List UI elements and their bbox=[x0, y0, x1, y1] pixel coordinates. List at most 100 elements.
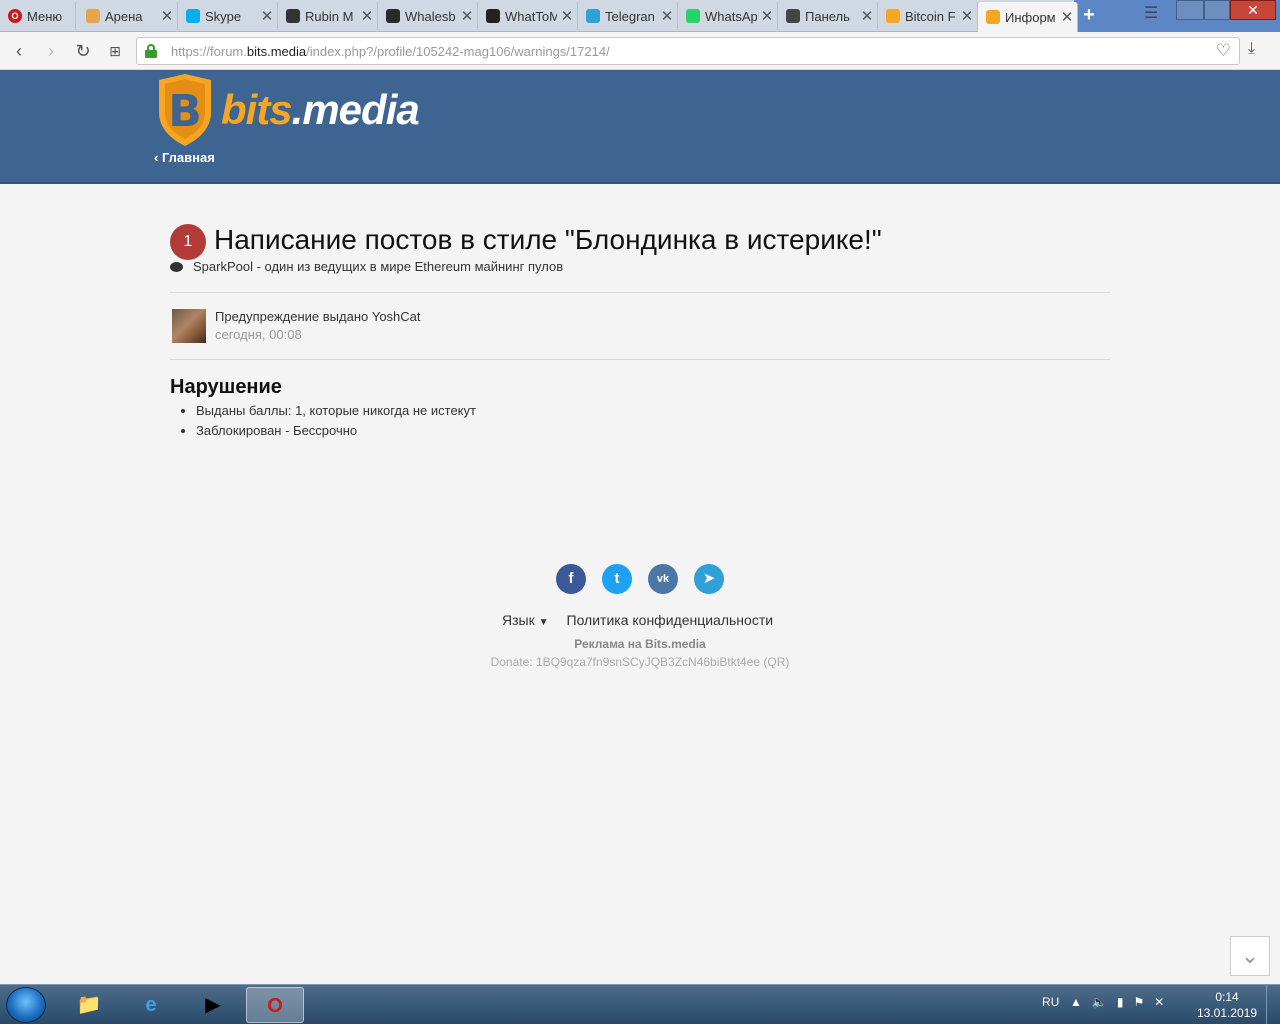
clock[interactable]: 0:14 13.01.2019 bbox=[1196, 989, 1258, 1021]
reload-button[interactable]: ↻ bbox=[72, 40, 94, 62]
divider bbox=[170, 359, 1110, 360]
scroll-down-button[interactable]: ⌄ bbox=[1230, 936, 1270, 976]
speed-dial-icon[interactable]: ⊞ bbox=[104, 40, 126, 62]
tab-label: Telegran bbox=[605, 8, 655, 24]
explorer-icon[interactable]: 📁 bbox=[60, 987, 118, 1023]
close-window-button[interactable]: ✕ bbox=[1230, 0, 1276, 20]
tab-close-icon[interactable]: ✕ bbox=[1057, 8, 1077, 26]
donate-address[interactable]: Donate: 1BQ9qza7fn9snSCyJQB3ZcN46biBtkt4… bbox=[0, 655, 1280, 669]
start-button[interactable] bbox=[6, 987, 46, 1023]
tab-favicon-icon bbox=[686, 9, 700, 23]
browser-tab[interactable]: Панель ✕ bbox=[778, 2, 878, 30]
tab-label: Bitcoin F bbox=[905, 8, 956, 24]
internet-explorer-icon[interactable]: e bbox=[122, 987, 180, 1023]
list-item: Выданы баллы: 1, которые никогда не исте… bbox=[196, 402, 476, 422]
issued-by: Предупреждение выдано YoshCat bbox=[215, 309, 421, 324]
new-tab-button[interactable]: + bbox=[1078, 4, 1100, 26]
facebook-icon[interactable]: f bbox=[556, 564, 586, 594]
windows-taskbar: 📁 e ▶ O RU ▲ 🔈 ▮ ⚑ ✕ 0:14 13.01.2019 bbox=[0, 984, 1280, 1024]
telegram-icon[interactable]: ➤ bbox=[694, 564, 724, 594]
tab-close-icon[interactable]: ✕ bbox=[557, 7, 577, 25]
site-logo-text[interactable]: bits.media bbox=[221, 86, 420, 134]
social-links: f t vk ➤ bbox=[556, 564, 740, 594]
tab-favicon-icon bbox=[586, 9, 600, 23]
comment-bubble-icon bbox=[170, 261, 183, 272]
home-link[interactable]: ‹ Главная bbox=[154, 150, 215, 165]
twitter-icon[interactable]: t bbox=[602, 564, 632, 594]
flag-icon[interactable]: ⚑ bbox=[1133, 995, 1144, 1009]
browser-tab[interactable]: Telegran ✕ bbox=[578, 2, 678, 30]
tab-close-icon[interactable]: ✕ bbox=[357, 7, 377, 25]
tab-close-icon[interactable]: ✕ bbox=[257, 7, 277, 25]
url-field[interactable]: https://forum.bits.media/index.php?/prof… bbox=[136, 37, 1240, 65]
tab-favicon-icon bbox=[286, 9, 300, 23]
download-icon[interactable]: ⤓ bbox=[1248, 40, 1255, 58]
tab-favicon-icon bbox=[886, 9, 900, 23]
address-toolbar: ‹ › ↻ ⊞ https://forum.bits.media/index.p… bbox=[0, 32, 1280, 70]
network-icon[interactable]: ▮ bbox=[1117, 995, 1124, 1009]
tab-label: WhatToM bbox=[505, 8, 557, 24]
tab-close-icon[interactable]: ✕ bbox=[657, 7, 677, 25]
browser-tab[interactable]: Rubin M ✕ bbox=[278, 2, 378, 30]
maximize-button[interactable] bbox=[1204, 0, 1230, 20]
power-icon[interactable]: ✕ bbox=[1154, 995, 1164, 1009]
tab-label: Skype bbox=[205, 8, 242, 24]
tab-label: Панель bbox=[805, 8, 850, 24]
browser-tab-strip: O Меню Арена ✕ Skype ✕ Rubin M ✕ Whalesb ✕ WhatT… bbox=[0, 0, 1280, 32]
tab-favicon-icon bbox=[486, 9, 500, 23]
opera-task-icon[interactable]: O bbox=[246, 987, 304, 1023]
input-language[interactable]: RU bbox=[1042, 995, 1059, 1009]
browser-tab[interactable]: WhatToM ✕ bbox=[478, 2, 578, 30]
browser-tab[interactable]: Whalesb ✕ bbox=[378, 2, 478, 30]
browser-tab[interactable]: Skype ✕ bbox=[178, 2, 278, 30]
system-tray: ▲ 🔈 ▮ ⚑ ✕ bbox=[1070, 995, 1174, 1009]
related-topic-link[interactable]: SparkPool - один из ведущих в мире Ether… bbox=[193, 259, 563, 274]
tab-close-icon[interactable]: ✕ bbox=[957, 7, 977, 25]
volume-icon[interactable]: 🔈 bbox=[1092, 995, 1107, 1009]
caret-down-icon: ▼ bbox=[538, 617, 549, 628]
show-desktop-button[interactable] bbox=[1266, 985, 1280, 1024]
tab-favicon-icon bbox=[86, 9, 100, 23]
privacy-policy-link[interactable]: Политика конфиденциальности bbox=[567, 612, 774, 628]
divider bbox=[170, 292, 1110, 293]
back-button[interactable]: ‹ bbox=[8, 40, 30, 62]
minimize-button[interactable] bbox=[1176, 0, 1204, 20]
list-item: Заблокирован - Бессрочно bbox=[196, 422, 476, 442]
page-title: Написание постов в стиле "Блондинка в ис… bbox=[214, 224, 882, 255]
tab-menu-icon[interactable]: ☰ bbox=[1144, 3, 1158, 23]
forward-button[interactable]: › bbox=[40, 40, 62, 62]
violation-list: Выданы баллы: 1, которые никогда не исте… bbox=[196, 402, 476, 442]
opera-logo-icon: O bbox=[8, 9, 22, 23]
section-title: Нарушение bbox=[170, 376, 282, 398]
tray-expand-icon[interactable]: ▲ bbox=[1070, 995, 1082, 1009]
browser-tab[interactable]: Информ ✕ bbox=[978, 2, 1078, 32]
tab-close-icon[interactable]: ✕ bbox=[857, 7, 877, 25]
tab-label: Whalesb bbox=[405, 8, 456, 24]
tab-favicon-icon bbox=[386, 9, 400, 23]
tab-favicon-icon bbox=[186, 9, 200, 23]
browser-tab[interactable]: Арена ✕ bbox=[78, 2, 178, 30]
bookmark-heart-icon[interactable]: ♡ bbox=[1216, 41, 1231, 61]
language-selector[interactable]: Язык ▼ bbox=[502, 612, 549, 628]
bitcoin-shield-logo-icon[interactable]: B bbox=[155, 74, 215, 146]
tab-label: Арена bbox=[105, 8, 143, 24]
browser-tab[interactable]: WhatsAp ✕ bbox=[678, 2, 778, 30]
tab-close-icon[interactable]: ✕ bbox=[757, 7, 777, 25]
tab-label: WhatsAp bbox=[705, 8, 757, 24]
vk-icon[interactable]: vk bbox=[648, 564, 678, 594]
related-topic: SparkPool - один из ведущих в мире Ether… bbox=[170, 259, 563, 274]
tab-close-icon[interactable]: ✕ bbox=[457, 7, 477, 25]
media-player-icon[interactable]: ▶ bbox=[184, 987, 242, 1023]
footer-links: Язык ▼ Политика конфиденциальности bbox=[502, 612, 773, 628]
warning-points-badge: 1 bbox=[170, 224, 206, 260]
tab-label: Информ bbox=[1005, 9, 1056, 25]
svg-text:B: B bbox=[168, 86, 202, 137]
ads-link[interactable]: Реклама на Bits.media bbox=[0, 637, 1280, 651]
avatar[interactable] bbox=[172, 309, 206, 343]
browser-tab[interactable]: Bitcoin F ✕ bbox=[878, 2, 978, 30]
tab-favicon-icon bbox=[986, 10, 1000, 24]
opera-menu-button[interactable]: O Меню bbox=[0, 2, 76, 30]
tab-label: Rubin M bbox=[305, 8, 354, 24]
url-text: https://forum.bits.media/index.php?/prof… bbox=[171, 44, 610, 59]
tab-close-icon[interactable]: ✕ bbox=[157, 7, 177, 25]
